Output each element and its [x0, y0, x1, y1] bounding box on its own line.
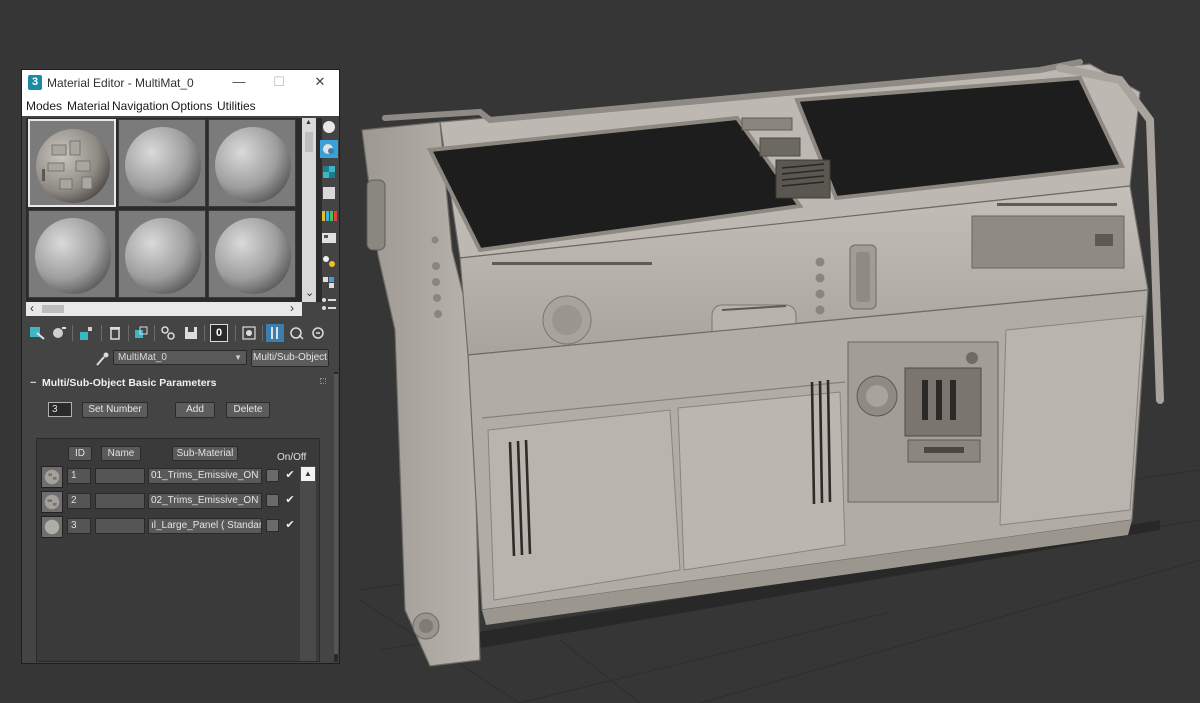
scroll-left-arrow[interactable]: ‹ [30, 301, 34, 315]
dropdown-arrow-icon: ▼ [234, 353, 242, 362]
scroll-up-arrow[interactable]: ▲ [301, 467, 315, 481]
column-header-name[interactable]: Name [101, 446, 141, 461]
toolbar-separator [101, 325, 102, 341]
backlight-icon[interactable] [320, 140, 338, 158]
close-button[interactable]: ✕ [306, 72, 334, 92]
eyedropper-icon[interactable] [95, 351, 109, 367]
rollout-header[interactable]: − Multi/Sub-Object Basic Parameters [24, 372, 330, 394]
make-preview-icon[interactable] [320, 229, 338, 247]
toolbar-separator [72, 325, 73, 341]
slots-horizontal-scrollbar[interactable]: ‹ › [26, 301, 302, 316]
sub-material-name[interactable] [95, 518, 145, 534]
scroll-down-arrow[interactable]: ⌄ [305, 286, 314, 299]
assign-to-selection-icon[interactable] [78, 324, 96, 342]
material-editor-window[interactable]: 3 Material Editor - MultiMat_0 — ☐ ✕ Mod… [21, 69, 340, 664]
video-color-check-icon[interactable] [320, 207, 338, 225]
background-icon[interactable] [320, 163, 338, 181]
color-swatch[interactable] [266, 519, 279, 532]
put-to-scene-icon[interactable] [50, 324, 68, 342]
on-off-checkbox[interactable]: ✔ [284, 494, 296, 507]
column-header-sub-material[interactable]: Sub-Material [172, 446, 238, 461]
sub-material-button[interactable]: ıl_Large_Panel ( Standard [148, 518, 262, 534]
sub-material-name[interactable] [95, 493, 145, 509]
select-by-material-icon[interactable] [320, 274, 338, 292]
table-row: 3 ıl_Large_Panel ( Standard ✔ [40, 515, 300, 538]
3ds-max-app-icon: 3 [28, 75, 42, 90]
column-header-id[interactable]: ID [68, 446, 92, 461]
toolbar-separator [262, 325, 263, 341]
toolbar-separator [235, 325, 236, 341]
column-header-on-off: On/Off [277, 452, 307, 463]
scroll-right-arrow[interactable]: › [290, 301, 294, 315]
reset-map-icon[interactable] [106, 324, 124, 342]
go-forward-to-sibling-icon[interactable] [310, 324, 328, 342]
scroll-thumb[interactable] [334, 374, 338, 654]
table-row: 2 02_Trims_Emissive_ON ( ✔ [40, 490, 300, 513]
sample-slots-area [26, 118, 322, 302]
sub-material-preview[interactable] [41, 516, 63, 538]
sample-slot-5[interactable] [118, 210, 206, 298]
sub-material-name[interactable] [95, 468, 145, 484]
make-unique-icon[interactable] [159, 324, 177, 342]
add-button[interactable]: Add [175, 402, 215, 418]
window-title: Material Editor - MultiMat_0 [47, 76, 194, 90]
rollout-grip-icon [320, 378, 326, 384]
material-type-button[interactable]: Multi/Sub-Object [251, 349, 329, 367]
sample-slot-3[interactable] [208, 119, 296, 207]
scroll-thumb[interactable] [305, 132, 313, 152]
toolbar-separator [204, 325, 205, 341]
sub-material-id[interactable]: 1 [67, 468, 91, 484]
color-swatch[interactable] [266, 469, 279, 482]
sub-material-preview[interactable] [41, 466, 63, 488]
sample-slot-4[interactable] [28, 210, 116, 298]
menu-options[interactable]: Options [171, 99, 212, 113]
set-number-button[interactable]: Set Number [82, 402, 148, 418]
maximize-button[interactable]: ☐ [265, 72, 293, 92]
toolbar-separator [154, 325, 155, 341]
sub-material-id[interactable]: 3 [67, 518, 91, 534]
menu-utilities[interactable]: Utilities [217, 99, 256, 113]
sample-slot-6[interactable] [208, 210, 296, 298]
sub-material-preview[interactable] [41, 491, 63, 513]
on-off-checkbox[interactable]: ✔ [284, 469, 296, 482]
material-name-row: MultiMat_0 ▼ Multi/Sub-Object [22, 348, 339, 370]
sample-slot-1[interactable] [28, 119, 116, 207]
menu-modes[interactable]: Modes [26, 99, 62, 113]
minimize-button[interactable]: — [225, 72, 253, 92]
rollout-title: Multi/Sub-Object Basic Parameters [42, 377, 217, 389]
options-icon[interactable] [320, 252, 338, 270]
sub-material-button[interactable]: 01_Trims_Emissive_ON ( [148, 468, 262, 484]
menu-navigation[interactable]: Navigation [112, 99, 169, 113]
sample-type-icon[interactable] [320, 118, 338, 136]
get-material-icon[interactable] [28, 324, 46, 342]
sub-material-button[interactable]: 02_Trims_Emissive_ON ( [148, 493, 262, 509]
collapse-icon[interactable]: − [30, 377, 36, 389]
tiling-icon[interactable] [320, 184, 338, 202]
scroll-thumb[interactable] [42, 305, 64, 313]
sample-slot-2[interactable] [118, 119, 206, 207]
on-off-checkbox[interactable]: ✔ [284, 519, 296, 532]
material-name-value: MultiMat_0 [118, 352, 167, 363]
scroll-up-arrow[interactable]: ▲ [305, 119, 312, 126]
title-bar[interactable]: 3 Material Editor - MultiMat_0 — ☐ ✕ [22, 70, 339, 96]
copy-material-icon[interactable] [132, 324, 150, 342]
sub-material-id[interactable]: 2 [67, 493, 91, 509]
table-row: 1 01_Trims_Emissive_ON ( ✔ [40, 465, 300, 488]
material-map-navigator-icon[interactable] [320, 295, 338, 313]
color-swatch[interactable] [266, 494, 279, 507]
go-to-parent-icon[interactable] [288, 324, 306, 342]
delete-button[interactable]: Delete [226, 402, 270, 418]
menu-material[interactable]: Material [67, 99, 110, 113]
menu-bar: Modes Material Navigation Options Utilit… [22, 96, 339, 116]
material-count-input[interactable]: 3 [48, 402, 72, 417]
toolbar-separator [128, 325, 129, 341]
show-shaded-material-icon[interactable] [240, 324, 258, 342]
table-scrollbar[interactable]: ▲ [300, 466, 316, 661]
material-id-channel-icon[interactable]: 0 [210, 324, 228, 342]
rollout-scrollbar[interactable] [334, 372, 338, 662]
show-end-result-icon[interactable] [266, 324, 284, 342]
material-name-dropdown[interactable]: MultiMat_0 ▼ [113, 350, 247, 365]
slots-vertical-scrollbar[interactable]: ▲ ⌄ [302, 118, 316, 302]
put-to-library-icon[interactable] [182, 324, 200, 342]
